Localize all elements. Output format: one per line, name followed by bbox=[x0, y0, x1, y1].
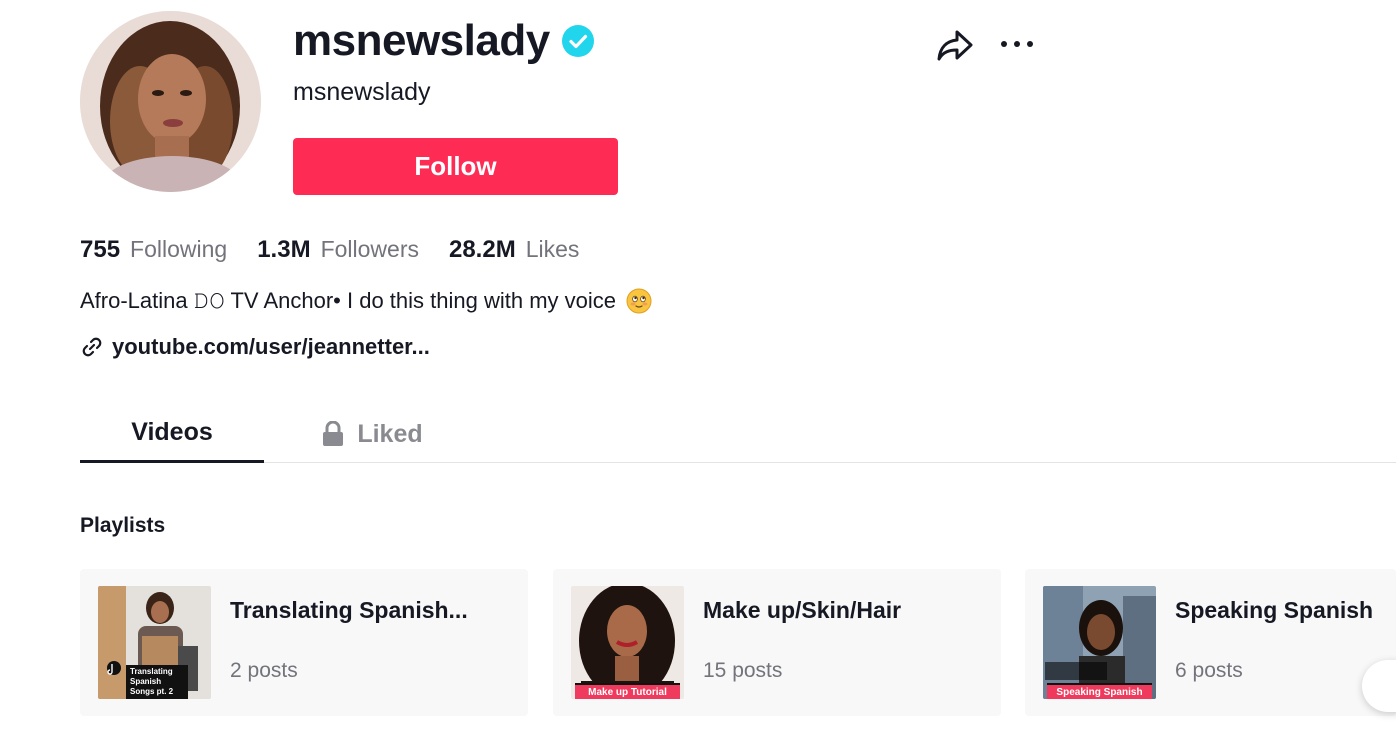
profile-stats: 755 Following 1.3M Followers 28.2M Likes bbox=[80, 236, 609, 264]
tab-videos[interactable]: Videos bbox=[80, 405, 264, 463]
link-text: youtube.com/user/jeannetter... bbox=[112, 334, 430, 359]
username-text: msnewslady bbox=[293, 16, 550, 65]
stat-label: Followers bbox=[320, 236, 419, 262]
stat-value: 755 bbox=[80, 236, 121, 263]
verified-badge-icon bbox=[561, 25, 594, 57]
stat-value: 1.3M bbox=[257, 236, 311, 263]
stat-likes: 28.2M Likes bbox=[449, 236, 579, 264]
stat-label: Following bbox=[130, 236, 228, 262]
profile-tabs: Videos Liked bbox=[80, 405, 1396, 463]
playlist-title: Speaking Spanish bbox=[1175, 597, 1374, 623]
playlist-count: 15 posts bbox=[703, 659, 783, 682]
tab-label: Liked bbox=[357, 419, 423, 448]
lock-icon bbox=[323, 421, 344, 446]
playlist-card[interactable]: Make up Tutorial Make up/Skin/Hair 15 po… bbox=[553, 569, 1001, 716]
playlist-thumbnail: Translating Spanish Songs pt. 2 bbox=[98, 586, 211, 699]
more-dots-icon[interactable] bbox=[998, 30, 1038, 58]
thumbnail-caption: Make up Tutorial bbox=[575, 683, 680, 699]
stat-label: Likes bbox=[525, 236, 580, 262]
playlist-thumbnail: Make up Tutorial bbox=[571, 586, 684, 699]
bio-text: Afro-Latina 𝙳𝙾 TV Anchor• I do this thin… bbox=[80, 288, 616, 313]
profile-username: msnewslady bbox=[293, 16, 594, 66]
playlist-title: Translating Spanish... bbox=[230, 597, 468, 623]
stat-value: 28.2M bbox=[448, 236, 516, 263]
playlist-count: 2 posts bbox=[230, 659, 298, 682]
profile-bio: Afro-Latina 𝙳𝙾 TV Anchor• I do this thin… bbox=[80, 288, 652, 314]
profile-avatar bbox=[80, 11, 261, 192]
playlist-card[interactable]: Translating Spanish Songs pt. 2 Translat… bbox=[80, 569, 528, 716]
stat-followers[interactable]: 1.3M Followers bbox=[257, 236, 419, 264]
profile-link[interactable]: youtube.com/user/jeannetter... bbox=[80, 334, 430, 360]
playlist-thumbnail: Speaking Spanish bbox=[1043, 586, 1156, 699]
share-arrow-icon[interactable] bbox=[935, 26, 975, 64]
tab-label: Videos bbox=[131, 418, 213, 446]
follow-button[interactable]: Follow bbox=[293, 138, 618, 195]
playlists-heading: Playlists bbox=[80, 514, 166, 537]
stat-following[interactable]: 755 Following bbox=[80, 236, 227, 264]
thumbnail-caption: Speaking Spanish bbox=[1047, 683, 1152, 699]
thumbnail-caption: Translating Spanish Songs pt. 2 bbox=[126, 665, 188, 699]
tab-liked[interactable]: Liked bbox=[264, 405, 480, 463]
profile-nickname: msnewslady bbox=[293, 78, 431, 106]
playlist-count: 6 posts bbox=[1175, 659, 1243, 682]
playlist-title: Make up/Skin/Hair bbox=[703, 597, 902, 623]
smiling-face-emoji-icon bbox=[626, 288, 652, 314]
playlist-card[interactable]: Speaking Spanish Speaking Spanish 6 post… bbox=[1025, 569, 1396, 716]
link-icon bbox=[82, 337, 102, 357]
